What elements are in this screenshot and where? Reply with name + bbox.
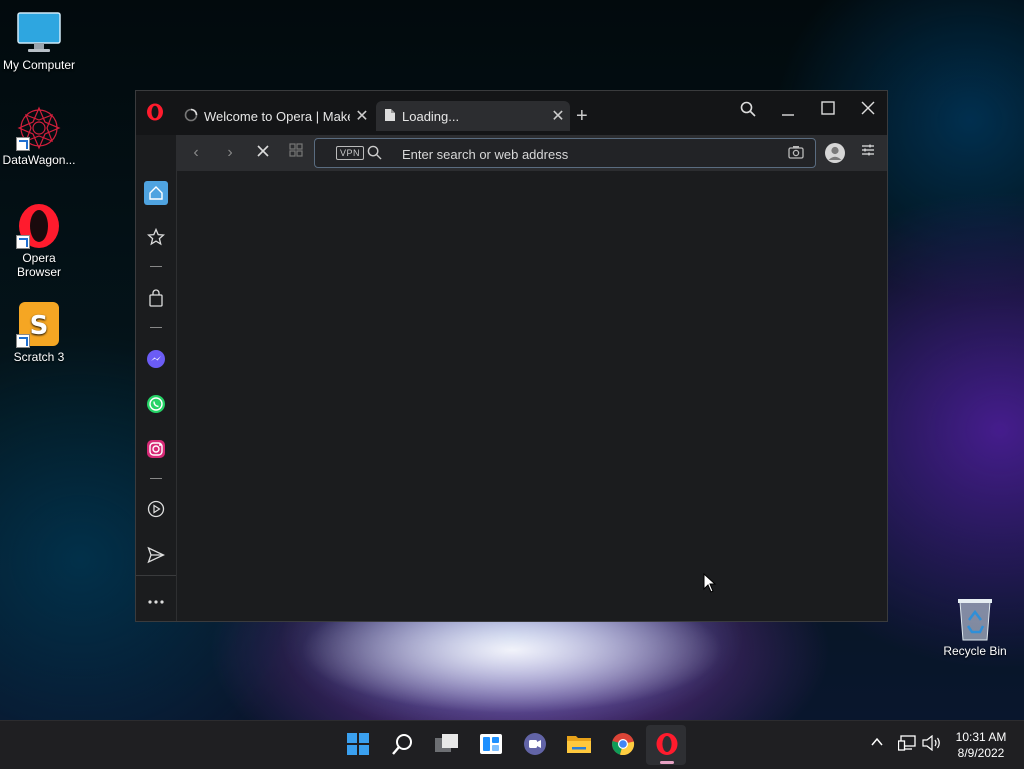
sidebar-divider <box>136 575 176 576</box>
recycle-bin-icon <box>952 596 998 642</box>
back-button[interactable]: ‹ <box>186 143 206 163</box>
address-bar[interactable]: VPN <box>314 138 816 168</box>
sidebar <box>136 171 177 621</box>
sidebar-shopping-button[interactable] <box>144 286 168 310</box>
desktop-icon-opera[interactable]: Opera Browser <box>0 203 79 279</box>
taskbar: 10:31 AM 8/9/2022 <box>0 720 1024 769</box>
sidebar-bookmarks-button[interactable] <box>144 225 168 249</box>
desktop-icon-label: My Computer <box>2 58 76 72</box>
show-hidden-icons-chevron-icon[interactable] <box>870 735 884 752</box>
new-tab-button[interactable]: + <box>576 105 588 128</box>
sidebar-instagram-button[interactable] <box>144 437 168 461</box>
speed-dial-grid-button[interactable] <box>286 143 306 163</box>
desktop-icon-recycle-bin[interactable]: Recycle Bin <box>935 596 1015 658</box>
sidebar-separator <box>150 478 162 479</box>
clock-time: 10:31 AM <box>955 730 1007 744</box>
sidebar-more-button[interactable] <box>144 590 168 614</box>
opera-menu-button[interactable] <box>146 103 164 121</box>
search-icon[interactable] <box>390 731 416 757</box>
shortcut-arrow-icon <box>16 137 30 151</box>
vpn-badge[interactable]: VPN <box>336 146 365 160</box>
tab-search-button[interactable] <box>733 101 763 123</box>
monitor-icon <box>16 10 62 56</box>
stop-loading-button[interactable] <box>253 143 273 163</box>
navigation-toolbar: ‹ › VPN <box>176 135 887 171</box>
sidebar-messenger-button[interactable] <box>144 347 168 371</box>
sidebar-flow-send-button[interactable] <box>144 543 168 567</box>
tab-loading[interactable]: Loading... ✕ <box>376 101 570 131</box>
page-content-area[interactable] <box>177 171 887 621</box>
page-icon <box>384 108 396 125</box>
sidebar-home-button[interactable] <box>144 181 168 205</box>
opera-icon <box>16 203 62 249</box>
forward-button[interactable]: › <box>220 143 240 163</box>
sidebar-player-button[interactable] <box>144 497 168 521</box>
mouse-cursor-icon <box>703 572 717 598</box>
tab-close-button[interactable]: ✕ <box>546 106 570 126</box>
opera-icon[interactable] <box>654 731 680 757</box>
task-view-icon[interactable] <box>434 731 460 757</box>
profile-avatar-button[interactable] <box>824 142 846 164</box>
shortcut-arrow-icon <box>16 235 30 249</box>
snapshot-camera-icon[interactable] <box>788 145 804 165</box>
desktop-icon-label: Scratch 3 <box>13 350 65 364</box>
clock-date: 8/9/2022 <box>957 746 1005 760</box>
tab-title: Loading... <box>402 108 460 124</box>
address-input[interactable] <box>400 143 774 165</box>
desktop-icon-my-computer[interactable]: My Computer <box>0 10 79 72</box>
sidebar-whatsapp-button[interactable] <box>144 392 168 416</box>
svg-text:S: S <box>30 311 49 341</box>
network-icon[interactable] <box>897 735 916 754</box>
scratch-icon: S <box>16 302 62 348</box>
widgets-icon[interactable] <box>478 731 504 757</box>
sidebar-separator <box>150 266 162 267</box>
maximize-button[interactable] <box>813 101 843 123</box>
running-app-indicator <box>660 761 674 764</box>
volume-icon[interactable] <box>922 734 942 754</box>
chrome-icon[interactable] <box>610 731 636 757</box>
shortcut-arrow-icon <box>16 334 30 348</box>
search-icon <box>367 145 382 165</box>
datawagon-icon <box>16 105 62 151</box>
teams-chat-icon[interactable] <box>522 731 548 757</box>
sidebar-separator <box>150 327 162 328</box>
start-icon[interactable] <box>345 731 371 757</box>
title-bar: Welcome to Opera | Make ✕ Loading... ✕ + <box>136 91 887 135</box>
desktop-icon-datawagon[interactable]: DataWagon... <box>0 105 79 167</box>
desktop-icon-label: DataWagon... <box>2 153 76 167</box>
tab-title: Welcome to Opera | Make <box>204 108 350 124</box>
desktop-icon-label: Opera Browser <box>16 251 61 279</box>
file-explorer-icon[interactable] <box>566 731 592 757</box>
desktop-icon-label: Recycle Bin <box>943 644 1007 658</box>
opera-browser-window: Welcome to Opera | Make ✕ Loading... ✕ +… <box>135 90 888 622</box>
tab-close-button[interactable]: ✕ <box>350 106 374 126</box>
desktop-icon-scratch[interactable]: S Scratch 3 <box>0 302 79 364</box>
close-window-button[interactable] <box>853 101 883 123</box>
loading-spinner-icon <box>184 108 198 125</box>
clock[interactable]: 10:31 AM 8/9/2022 <box>948 729 1014 761</box>
tab-welcome-to-opera[interactable]: Welcome to Opera | Make ✕ <box>176 101 374 131</box>
easy-setup-button[interactable] <box>858 143 878 163</box>
minimize-button[interactable] <box>773 103 803 125</box>
